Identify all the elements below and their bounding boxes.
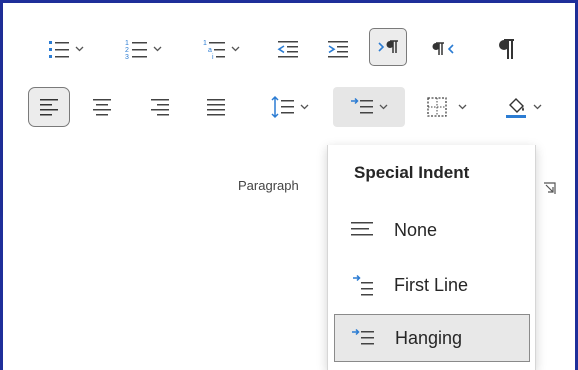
paint-bucket-icon: [504, 95, 528, 119]
pilcrow-icon: [497, 38, 515, 60]
special-indent-menu: Special Indent None First Line Hanging: [327, 145, 536, 370]
align-right-button[interactable]: [143, 90, 177, 124]
align-left-icon: [38, 96, 60, 118]
borders-button[interactable]: [415, 90, 477, 124]
increase-indent-icon: [327, 38, 349, 60]
ltr-text-button[interactable]: [369, 28, 407, 66]
svg-text:3: 3: [125, 54, 129, 60]
borders-icon: [426, 96, 448, 118]
ltr-paragraph-icon: [376, 37, 400, 57]
menu-item-label: None: [394, 219, 438, 240]
multilevel-list-button[interactable]: 1 a i: [189, 32, 253, 66]
svg-text:a: a: [208, 47, 212, 54]
hanging-indent-icon: [343, 327, 383, 349]
menu-item-none[interactable]: None: [334, 206, 530, 254]
chevron-down-icon: [458, 104, 467, 110]
menu-title: Special Indent: [354, 163, 470, 182]
menu-item-first-line[interactable]: First Line: [334, 261, 530, 309]
hanging-indent-icon: [350, 96, 374, 118]
menu-item-label: Hanging: [395, 327, 463, 348]
bullets-button[interactable]: [37, 32, 95, 66]
decrease-indent-button[interactable]: [271, 32, 305, 66]
increase-indent-button[interactable]: [321, 32, 355, 66]
align-center-icon: [91, 96, 113, 118]
svg-text:1: 1: [203, 40, 207, 47]
numbered-list-icon: 1 2 3: [124, 38, 148, 60]
svg-text:i: i: [212, 54, 214, 60]
chevron-down-icon: [533, 104, 542, 110]
align-left-button[interactable]: [28, 87, 70, 127]
numbering-button[interactable]: 1 2 3: [111, 32, 175, 66]
show-formatting-button[interactable]: [489, 32, 523, 66]
bullet-list-icon: [48, 38, 70, 60]
first-line-indent-icon: [342, 273, 382, 297]
align-center-button[interactable]: [85, 90, 119, 124]
chevron-down-icon: [231, 46, 240, 52]
justify-button[interactable]: [199, 90, 233, 124]
chevron-down-icon: [153, 46, 162, 52]
chevron-down-icon: [300, 104, 309, 110]
line-spacing-icon: [271, 95, 295, 119]
svg-text:2: 2: [125, 47, 129, 54]
menu-item-hanging[interactable]: Hanging: [334, 314, 530, 362]
chevron-down-icon: [75, 46, 84, 52]
menu-item-label: First Line: [394, 274, 469, 295]
rtl-paragraph-icon: [432, 39, 456, 59]
line-spacing-button[interactable]: [257, 90, 323, 124]
decrease-indent-icon: [277, 38, 299, 60]
rtl-text-button[interactable]: [427, 32, 461, 66]
no-indent-icon: [342, 219, 382, 241]
paragraph-group-label: Paragraph: [238, 178, 299, 193]
align-right-icon: [149, 96, 171, 118]
special-indent-button[interactable]: [333, 87, 405, 127]
justify-icon: [205, 96, 227, 118]
svg-text:1: 1: [125, 40, 129, 47]
dialog-launcher-icon[interactable]: [543, 182, 556, 200]
multilevel-list-icon: 1 a i: [202, 38, 226, 60]
chevron-down-icon: [379, 104, 388, 110]
shading-button[interactable]: [491, 90, 555, 124]
